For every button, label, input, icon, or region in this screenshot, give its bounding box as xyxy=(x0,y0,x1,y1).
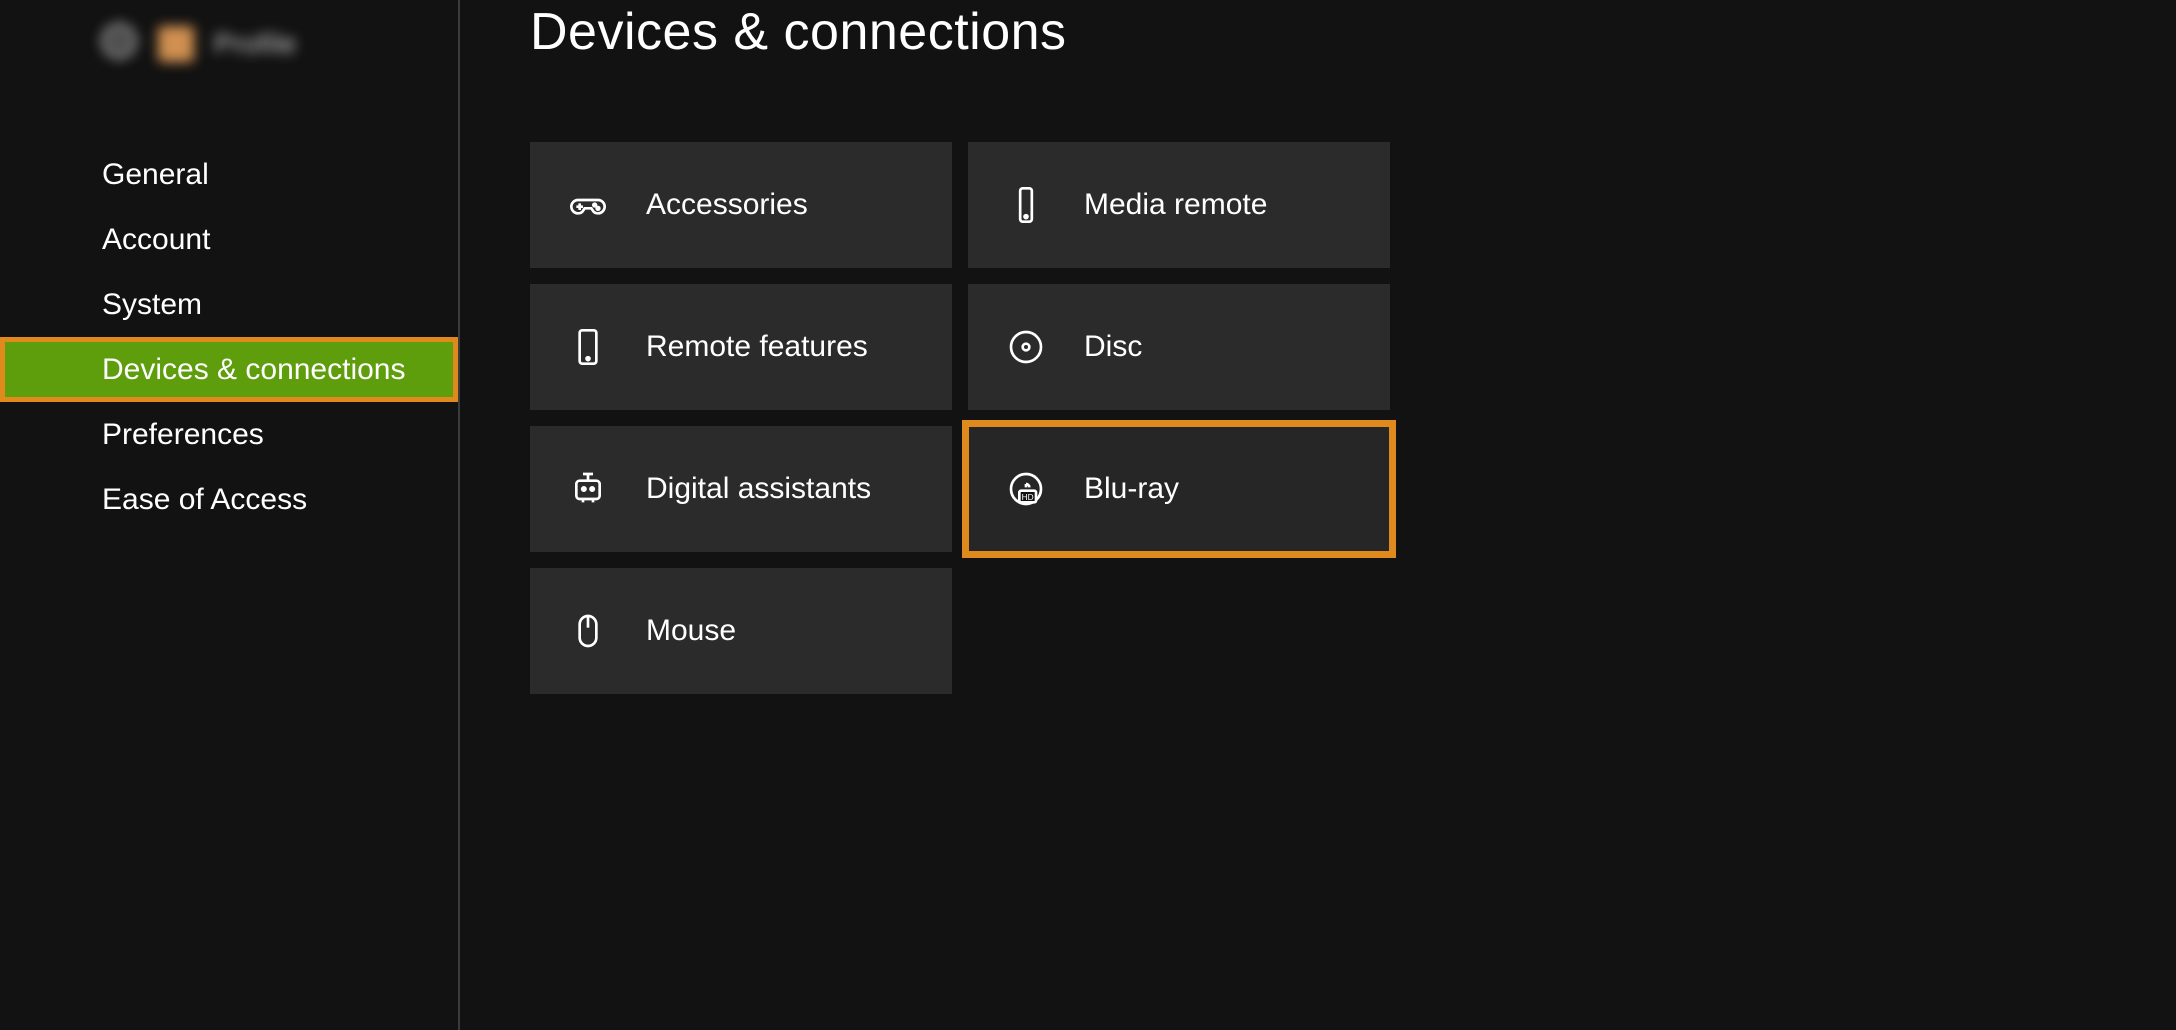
tile-label: Mouse xyxy=(646,614,736,648)
sidebar-header: Profile xyxy=(100,22,297,65)
tile-label: Digital assistants xyxy=(646,472,871,506)
sidebar-list: General Account System Devices & connect… xyxy=(0,142,458,532)
avatar xyxy=(158,26,194,62)
sidebar-item-label: Account xyxy=(102,223,210,257)
sidebar-item-system[interactable]: System xyxy=(0,272,458,337)
sidebar-item-preferences[interactable]: Preferences xyxy=(0,402,458,467)
tile-label: Accessories xyxy=(646,188,808,222)
tile-grid: Accessories Media remote xyxy=(530,142,1390,694)
tablet-icon xyxy=(568,327,608,367)
tile-accessories[interactable]: Accessories xyxy=(530,142,952,268)
gear-icon xyxy=(100,22,138,65)
sidebar: Profile General Account System Devices &… xyxy=(0,0,460,1030)
controller-icon xyxy=(568,185,608,225)
sidebar-item-label: Devices & connections xyxy=(102,353,406,387)
main: Devices & connections Accessories xyxy=(490,0,2176,1030)
sidebar-item-general[interactable]: General xyxy=(0,142,458,207)
sidebar-item-label: System xyxy=(102,288,202,322)
sidebar-item-label: Preferences xyxy=(102,418,264,452)
phone-icon xyxy=(1006,185,1046,225)
tile-disc[interactable]: Disc xyxy=(968,284,1390,410)
disc-icon xyxy=(1006,327,1046,367)
tile-digital-assistants[interactable]: Digital assistants xyxy=(530,426,952,552)
svg-text:HD: HD xyxy=(1022,492,1034,502)
tile-label: Media remote xyxy=(1084,188,1267,222)
tile-label: Disc xyxy=(1084,330,1142,364)
tile-mouse[interactable]: Mouse xyxy=(530,568,952,694)
mouse-icon xyxy=(568,611,608,651)
robot-icon xyxy=(568,469,608,509)
sidebar-item-account[interactable]: Account xyxy=(0,207,458,272)
page-title: Devices & connections xyxy=(530,2,1067,62)
tile-remote-features[interactable]: Remote features xyxy=(530,284,952,410)
tile-bluray[interactable]: HD Blu-ray xyxy=(968,426,1390,552)
sidebar-item-label: General xyxy=(102,158,209,192)
profile-name: Profile xyxy=(214,28,297,60)
sidebar-item-ease-of-access[interactable]: Ease of Access xyxy=(0,467,458,532)
bluray-icon: HD xyxy=(1006,469,1046,509)
sidebar-item-devices-connections[interactable]: Devices & connections xyxy=(0,337,458,402)
tile-label: Remote features xyxy=(646,330,868,364)
sidebar-item-label: Ease of Access xyxy=(102,483,307,517)
tile-label: Blu-ray xyxy=(1084,472,1179,506)
tile-media-remote[interactable]: Media remote xyxy=(968,142,1390,268)
